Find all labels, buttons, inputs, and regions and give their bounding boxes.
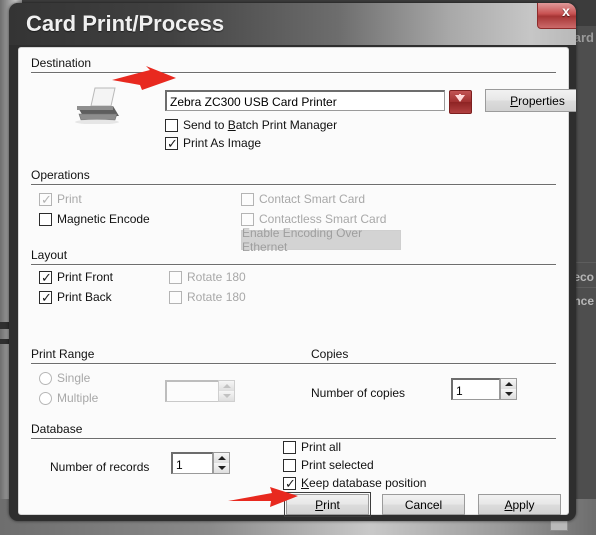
properties-accel: P	[510, 93, 519, 108]
contactless-smart-card-label: Contactless Smart Card	[259, 212, 387, 226]
database-group-label: Database	[31, 422, 83, 436]
check-icon: ✓	[285, 475, 296, 491]
background-list-item[interactable]: eco	[573, 270, 594, 284]
magnetic-encode-checkbox[interactable]	[39, 212, 52, 226]
magnetic-encode-label: Magnetic Encode	[57, 212, 150, 226]
single-radio-label: Single	[57, 371, 91, 385]
contact-smart-card-checkbox	[241, 192, 254, 206]
send-to-batch-label: Send to Batch Print Manager	[183, 118, 338, 132]
multiple-radio	[39, 391, 52, 405]
dialog-body: Destination Zebra ZC300 USB Card Printer…	[18, 47, 576, 517]
dialog-title: Card Print/Process	[26, 11, 225, 36]
screen: Record 10 of 31 Card ▲▼ eco nce Card Pri…	[0, 0, 596, 535]
print-range-group-rule	[31, 363, 556, 365]
number-of-records-stepper[interactable]	[213, 452, 230, 474]
print-all-label: Print all	[301, 440, 342, 454]
single-radio-row: Single	[39, 371, 90, 385]
contactless-smart-card-checkbox	[241, 212, 254, 226]
print-selected-label: Print selected	[301, 458, 374, 472]
chevron-down-icon	[455, 95, 465, 102]
stepper-down-icon[interactable]	[501, 389, 516, 399]
cancel-button[interactable]: Cancel	[382, 494, 465, 515]
number-of-records-label: Number of records	[50, 460, 150, 474]
contact-smart-card-label: Contact Smart Card	[259, 192, 366, 206]
print-range-stepper	[218, 380, 235, 402]
close-button[interactable]: x	[537, 3, 576, 29]
print-operation-label: Print	[57, 192, 82, 206]
close-icon: x	[562, 3, 570, 19]
print-range-field	[165, 380, 220, 402]
operations-group-label: Operations	[31, 168, 90, 182]
rotate-front-label: Rotate 180	[187, 270, 246, 284]
check-icon: ✓	[41, 269, 52, 285]
number-of-records-field[interactable]: 1	[171, 452, 213, 474]
print-back-checkbox[interactable]: ✓	[39, 289, 52, 305]
print-selected-row[interactable]: Print selected	[283, 458, 374, 472]
print-selected-checkbox[interactable]	[283, 458, 296, 472]
number-of-copies-field[interactable]: 1	[451, 378, 500, 400]
print-as-image-label: Print As Image	[183, 136, 262, 150]
enable-encoding-over-ethernet-button: Enable Encoding Over Ethernet	[241, 226, 401, 254]
rotate-back-row: Rotate 180	[169, 290, 246, 304]
apply-button[interactable]: Apply	[478, 494, 561, 515]
destination-group-label: Destination	[31, 56, 92, 70]
printer-select-field[interactable]: Zebra ZC300 USB Card Printer	[165, 90, 445, 111]
background-list-item[interactable]: nce	[573, 294, 594, 308]
number-of-copies-stepper[interactable]	[500, 378, 517, 400]
print-front-row[interactable]: ✓ Print Front	[39, 270, 113, 284]
print-as-image-row[interactable]: ✓ Print As Image	[165, 136, 261, 150]
print-front-label: Print Front	[57, 270, 114, 284]
multiple-radio-label: Multiple	[57, 391, 99, 405]
layout-group-rule	[31, 264, 556, 266]
send-to-batch-row[interactable]: Send to Batch Print Manager	[165, 118, 337, 132]
multiple-radio-row: Multiple	[39, 391, 98, 405]
printer-icon	[75, 87, 119, 124]
check-icon: ✓	[167, 135, 178, 151]
print-all-row[interactable]: Print all	[283, 440, 341, 454]
stepper-up-icon[interactable]	[501, 379, 516, 389]
print-back-label: Print Back	[57, 290, 112, 304]
rotate-back-checkbox	[169, 290, 182, 304]
stepper-down-icon[interactable]	[214, 463, 229, 473]
rotate-front-checkbox	[169, 270, 182, 284]
stepper-down-icon	[219, 391, 234, 401]
printer-dropdown-button[interactable]	[449, 90, 472, 114]
print-operation-checkbox: ✓	[39, 191, 52, 207]
contactless-smart-card-row: Contactless Smart Card	[241, 212, 386, 226]
keep-database-position-checkbox[interactable]: ✓	[283, 475, 296, 491]
layout-group-label: Layout	[31, 248, 68, 262]
stepper-up-icon[interactable]	[214, 453, 229, 463]
properties-button-label: roperties	[518, 93, 565, 108]
keep-database-position-row[interactable]: ✓ Keep database position	[283, 476, 426, 490]
dialog-titlebar[interactable]: Card Print/Process	[9, 3, 576, 45]
contact-smart-card-row: Contact Smart Card	[241, 192, 365, 206]
keep-database-position-label: Keep database position	[301, 476, 427, 490]
print-front-checkbox[interactable]: ✓	[39, 269, 52, 285]
number-of-copies-label: Number of copies	[311, 386, 406, 400]
cancel-button-label: Cancel	[404, 497, 443, 512]
destination-group-rule	[31, 72, 556, 74]
print-back-row[interactable]: ✓ Print Back	[39, 290, 112, 304]
check-icon: ✓	[41, 289, 52, 305]
stepper-up-icon	[219, 381, 234, 391]
copies-group-label: Copies	[311, 347, 349, 361]
print-button[interactable]: Print	[284, 492, 371, 517]
send-to-batch-checkbox[interactable]	[165, 118, 178, 132]
print-range-group-label: Print Range	[31, 347, 95, 361]
print-operation-row: ✓ Print	[39, 192, 82, 206]
properties-button[interactable]: Properties	[485, 89, 576, 112]
print-as-image-checkbox[interactable]: ✓	[165, 135, 178, 151]
check-icon: ✓	[41, 191, 52, 207]
single-radio	[39, 371, 52, 385]
rotate-front-row: Rotate 180	[169, 270, 246, 284]
rotate-back-label: Rotate 180	[187, 290, 246, 304]
card-print-process-dialog: Card Print/Process x Destination Zebra Z…	[9, 3, 576, 521]
operations-group-rule	[31, 184, 556, 186]
magnetic-encode-row[interactable]: Magnetic Encode	[39, 212, 150, 226]
print-all-checkbox[interactable]	[283, 440, 296, 454]
